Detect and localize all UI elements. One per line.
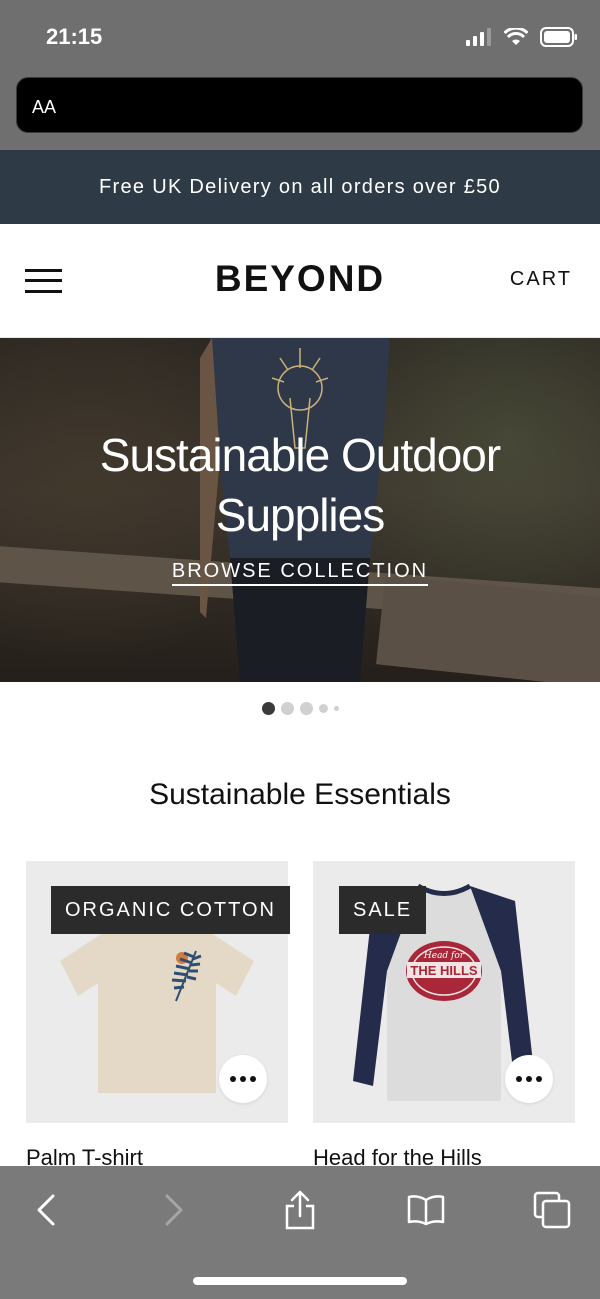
carousel-dots	[0, 700, 600, 716]
carousel-dot-3[interactable]	[299, 701, 313, 715]
share-icon[interactable]	[278, 1188, 322, 1232]
promo-text: Free UK Delivery on all orders over £50	[99, 175, 501, 198]
home-indicator[interactable]	[193, 1277, 407, 1285]
hero-title-line2: Supplies	[215, 489, 385, 541]
product-badge-sale: SALE	[339, 886, 427, 934]
svg-text:Head for: Head for	[423, 951, 465, 961]
browse-collection-wrap: BROWSE COLLECTION	[0, 560, 600, 586]
cart-link[interactable]: CART	[510, 268, 572, 291]
book-icon[interactable]	[404, 1188, 448, 1232]
hero-title: Sustainable Outdoor Supplies	[0, 425, 600, 545]
tabs-icon[interactable]	[530, 1188, 574, 1232]
status-icons	[466, 27, 578, 47]
carousel-dot-1[interactable]	[261, 701, 275, 715]
more-dots-icon[interactable]	[505, 1055, 553, 1103]
carousel-dot-5[interactable]	[333, 705, 339, 711]
chevron-right-icon[interactable]	[152, 1188, 196, 1232]
chevron-left-icon[interactable]	[24, 1188, 68, 1232]
svg-text:THE HILLS: THE HILLS	[410, 963, 477, 978]
hero-title-line1: Sustainable Outdoor	[99, 429, 501, 481]
battery-icon	[540, 27, 577, 47]
browse-collection-link[interactable]: BROWSE COLLECTION	[171, 560, 429, 586]
address-bar[interactable]	[16, 77, 583, 133]
carousel-dot-4[interactable]	[318, 703, 328, 713]
status-time: 21:15	[46, 24, 103, 49]
wifi-icon	[504, 28, 528, 45]
promo-banner: Free UK Delivery on all orders over £50	[0, 150, 600, 224]
badge-text: SALE	[353, 898, 413, 921]
badge-text: ORGANIC COTTON	[65, 898, 276, 921]
reader-aa-button[interactable]: AA	[32, 97, 56, 118]
carousel-dot-2[interactable]	[280, 701, 294, 715]
signal-icon	[466, 28, 491, 46]
section-title: Sustainable Essentials	[149, 778, 451, 811]
product-badge-organic: ORGANIC COTTON	[51, 886, 290, 934]
more-dots-icon[interactable]	[219, 1055, 267, 1103]
